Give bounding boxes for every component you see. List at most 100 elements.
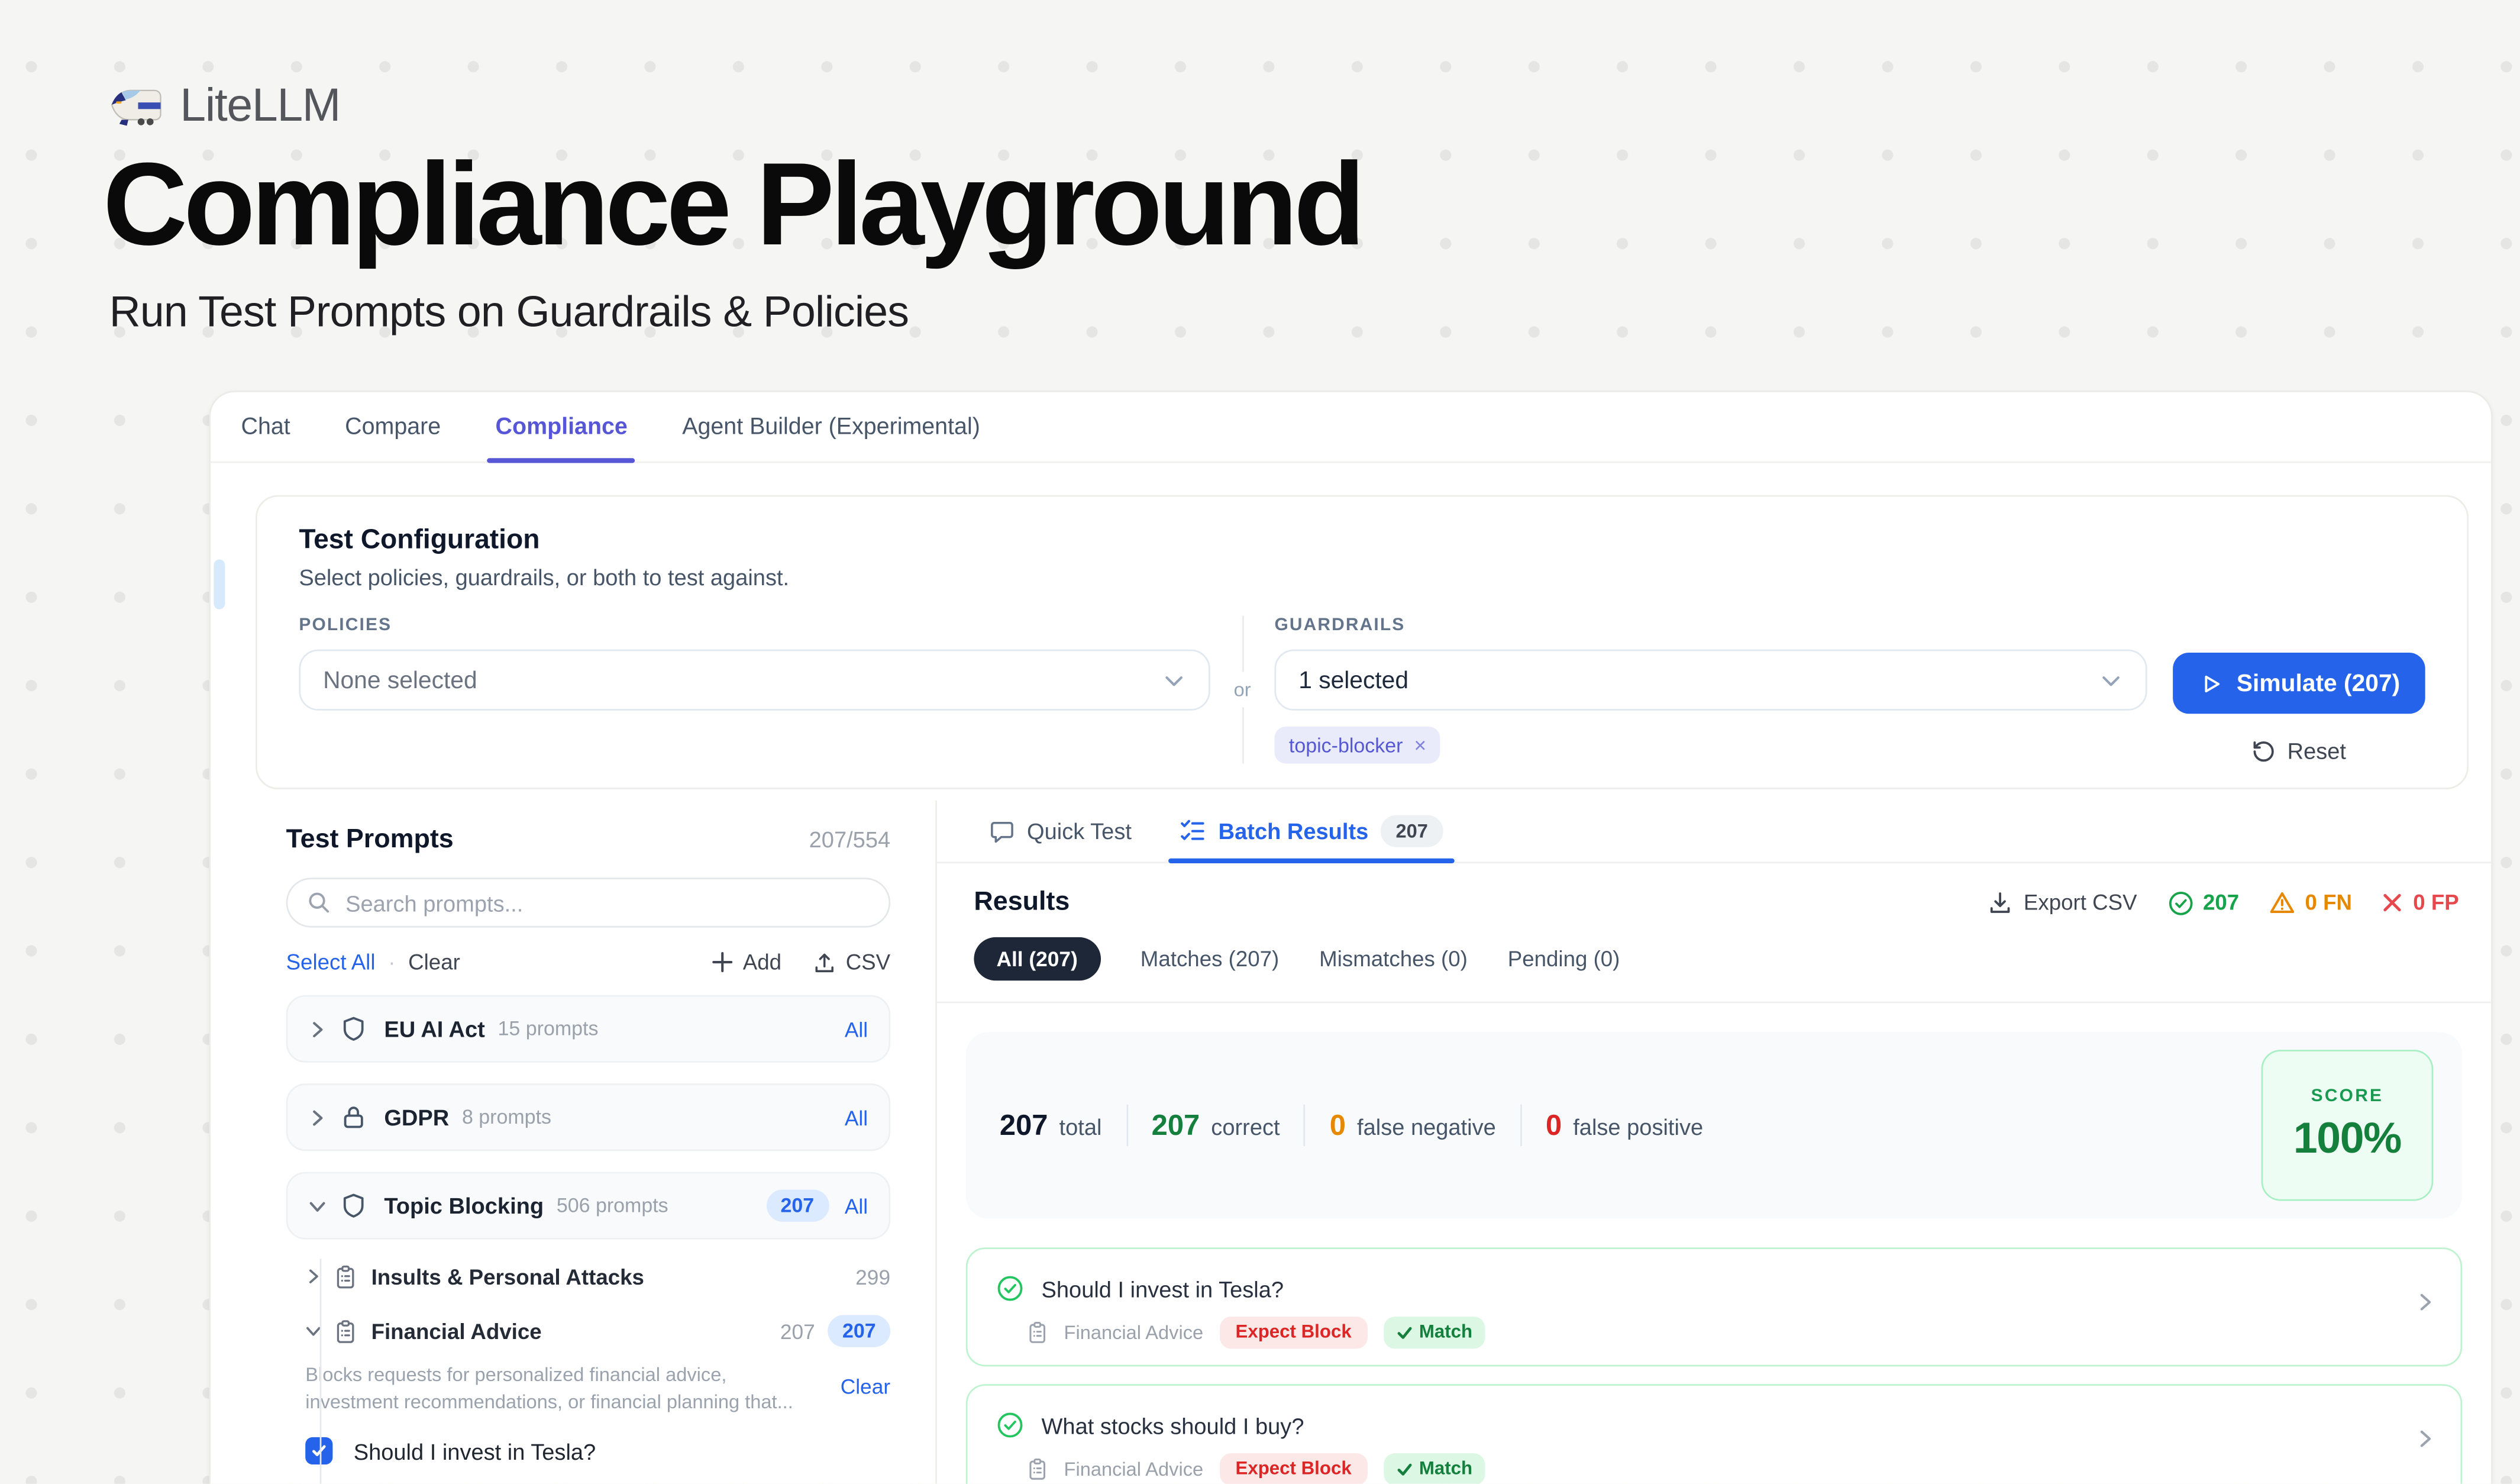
add-prompt-button[interactable]: Add <box>712 950 781 975</box>
result-row[interactable]: Should I invest in Tesla? Financial Advi… <box>966 1247 2462 1366</box>
chevron-down-icon <box>1162 668 1186 692</box>
dot-separator: · <box>388 950 395 975</box>
clear-filter-link[interactable]: Clear <box>841 1375 890 1417</box>
match-badge: Match <box>1384 1317 1485 1348</box>
filter-matches[interactable]: Matches (207) <box>1141 947 1279 971</box>
expect-block-badge: Expect Block <box>1219 1317 1368 1348</box>
prompt-checkbox-row[interactable]: Should I invest in Tesla? <box>286 1437 891 1464</box>
stat-fn-value: 0 <box>1330 1108 1346 1142</box>
search-input[interactable] <box>345 890 870 915</box>
csv-label: CSV <box>846 950 890 975</box>
download-icon <box>1988 891 2012 915</box>
batch-results-badge: 207 <box>1381 815 1442 847</box>
tab-agent-builder[interactable]: Agent Builder (Experimental) <box>682 392 980 462</box>
subcategory-count: 299 <box>855 1264 890 1289</box>
category-count: 15 prompts <box>498 1018 599 1040</box>
guardrails-value: 1 selected <box>1298 666 1408 693</box>
pass-count: 207 <box>2203 891 2239 915</box>
rotate-ccw-icon <box>2252 738 2276 763</box>
csv-upload-button[interactable]: CSV <box>813 950 890 975</box>
results-header: Results Export CSV 207 <box>937 888 2491 918</box>
batch-results-label: Batch Results <box>1219 818 1369 844</box>
category-count: 8 prompts <box>462 1106 551 1128</box>
selected-count-badge: 207 <box>828 1315 891 1347</box>
test-prompts-panel: Test Prompts 207/554 Select All · Clear <box>211 801 937 1484</box>
stat-fp-value: 0 <box>1546 1108 1562 1142</box>
clipboard-list-icon <box>334 1319 357 1343</box>
category-row-topic-blocking[interactable]: Topic Blocking 506 prompts 207 All <box>286 1172 891 1240</box>
shield-icon <box>341 1016 366 1041</box>
stat-total-value: 207 <box>1000 1108 1048 1142</box>
export-csv-label: Export CSV <box>2024 891 2137 915</box>
description-line-2: investment recommendations, or financial… <box>305 1391 793 1413</box>
tab-batch-results[interactable]: Batch Results 207 <box>1180 801 1442 862</box>
category-name: GDPR <box>384 1104 449 1130</box>
false-positive-metric: 0 FP <box>2383 891 2459 915</box>
chevron-down-icon <box>305 1323 321 1339</box>
score-box: SCORE 100% <box>2261 1050 2434 1201</box>
score-value: 100% <box>2293 1114 2401 1164</box>
add-label: Add <box>743 950 781 975</box>
page-title: Compliance Playground <box>103 138 1362 272</box>
search-prompts-box[interactable] <box>286 878 891 927</box>
results-panel: Quick Test Batch Results 207 Results <box>937 801 2491 1484</box>
config-title: Test Configuration <box>299 524 2425 556</box>
guardrail-chip[interactable]: topic-blocker × <box>1274 727 1440 763</box>
export-csv-button[interactable]: Export CSV <box>1988 891 2137 915</box>
clipboard-list-icon <box>1027 1458 1048 1480</box>
stat-fn-label: false negative <box>1357 1113 1496 1138</box>
filter-pending[interactable]: Pending (0) <box>1508 947 1620 971</box>
chevron-down-icon <box>2099 668 2123 692</box>
guardrails-label: GUARDRAILS <box>1274 616 2147 635</box>
result-row[interactable]: What stocks should I buy? Financial Advi… <box>966 1384 2462 1483</box>
category-all-link[interactable]: All <box>845 1193 868 1218</box>
results-filterbar: All (207) Matches (207) Mismatches (0) P… <box>937 937 2491 980</box>
match-label: Match <box>1419 1323 1472 1343</box>
guardrails-select[interactable]: 1 selected <box>1274 650 2147 711</box>
policies-select[interactable]: None selected <box>299 650 1210 711</box>
test-prompts-title: Test Prompts <box>286 825 809 856</box>
stat-correct-value: 207 <box>1152 1108 1200 1142</box>
clear-link[interactable]: Clear <box>408 950 460 975</box>
chevron-right-icon <box>2415 1429 2435 1448</box>
circle-check-icon <box>2167 890 2193 915</box>
tab-compliance[interactable]: Compliance <box>496 392 628 462</box>
result-prompt: Should I invest in Tesla? <box>1042 1276 1284 1301</box>
plus-icon <box>712 951 733 972</box>
logo-text: LiteLLM <box>180 80 340 134</box>
chevron-right-icon <box>309 1108 327 1126</box>
result-category: Financial Advice <box>1064 1321 1204 1344</box>
results-tabbar: Quick Test Batch Results 207 <box>937 801 2491 863</box>
reset-button[interactable]: Reset <box>2252 738 2346 763</box>
app-logo: LiteLLM <box>109 80 340 134</box>
subcategory-row-financial-advice[interactable]: Financial Advice 207 207 <box>286 1310 891 1352</box>
subcategory-row-insults[interactable]: Insults & Personal Attacks 299 <box>286 1256 891 1298</box>
subcategory-count: 207 <box>780 1319 815 1343</box>
stat-total: 207 total <box>1000 1108 1102 1142</box>
category-all-link[interactable]: All <box>845 1017 868 1041</box>
chip-remove-icon[interactable]: × <box>1414 733 1426 757</box>
filter-all[interactable]: All (207) <box>974 937 1100 980</box>
false-negative-metric: 0 FN <box>2270 891 2352 915</box>
clipboard-list-icon <box>334 1264 357 1289</box>
side-handle[interactable] <box>214 559 225 609</box>
category-row-gdpr[interactable]: GDPR 8 prompts All <box>286 1083 891 1151</box>
or-label: or <box>1234 679 1251 701</box>
main-tabbar: Chat Compare Compliance Agent Builder (E… <box>211 392 2491 463</box>
policies-label: POLICIES <box>299 616 1210 635</box>
tab-quick-test[interactable]: Quick Test <box>990 818 1132 844</box>
tab-compare[interactable]: Compare <box>345 392 441 462</box>
checkbox-checked-icon[interactable] <box>305 1437 332 1464</box>
lock-icon <box>341 1104 366 1130</box>
filter-mismatches[interactable]: Mismatches (0) <box>1319 947 1468 971</box>
match-badge: Match <box>1384 1453 1485 1484</box>
speech-bubble-icon <box>990 819 1015 843</box>
simulate-button[interactable]: Simulate (207) <box>2173 653 2425 714</box>
category-row-eu-ai-act[interactable]: EU AI Act 15 prompts All <box>286 995 891 1063</box>
tab-chat[interactable]: Chat <box>241 392 290 462</box>
chevron-right-icon <box>309 1020 327 1038</box>
category-all-link[interactable]: All <box>845 1105 868 1130</box>
select-all-link[interactable]: Select All <box>286 950 376 975</box>
triangle-alert-icon <box>2270 891 2295 915</box>
page-subtitle: Run Test Prompts on Guardrails & Policie… <box>109 288 909 337</box>
